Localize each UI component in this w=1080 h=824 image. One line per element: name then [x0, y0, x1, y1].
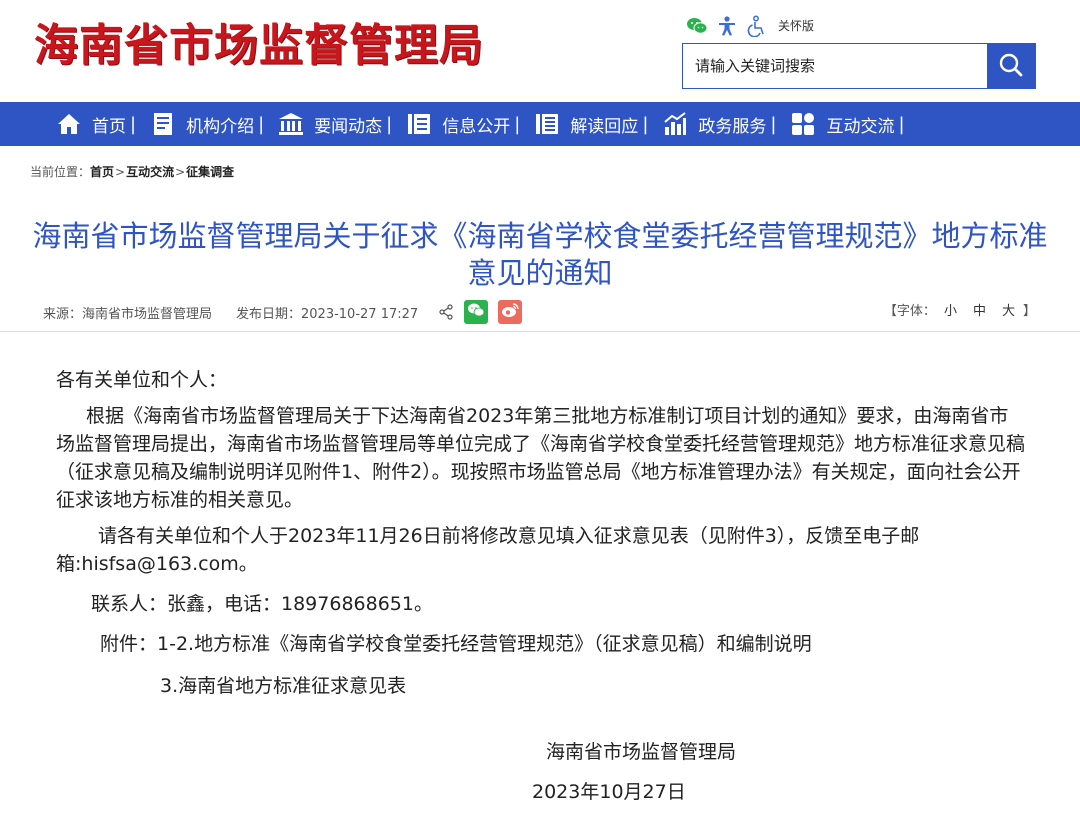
font-size-large[interactable]: 大 — [1002, 304, 1015, 319]
home-icon — [56, 111, 82, 137]
font-size-label-close: 】 — [1022, 304, 1036, 319]
search-box — [682, 43, 1036, 89]
grid-icon — [790, 111, 816, 137]
utility-bar: 关怀版 — [686, 14, 814, 38]
paragraph-1: 根据《海南省市场监督管理局关于下达海南省2023年第三批地方标准制订项目计划的通… — [56, 405, 1026, 511]
search-input[interactable] — [683, 44, 987, 88]
signature-date: 2023年10月27日 — [532, 781, 686, 803]
nav-item-label: 信息公开 — [442, 116, 511, 137]
breadcrumb-prefix: 当前位置： — [30, 165, 91, 179]
contact-info: 联系人：张鑫，电话：18976868651。 — [91, 593, 433, 615]
article-date: 发布日期：2023-10-27 17:27 — [236, 306, 419, 322]
nav-item-services[interactable]: 政务服务 | — [662, 102, 790, 146]
nav-separator: | — [770, 113, 777, 135]
font-size-label: 【字体： — [883, 304, 936, 319]
font-size-small[interactable]: 小 — [944, 304, 957, 319]
site-logo[interactable]: 海南省市场监督管理局 — [34, 18, 484, 74]
nav-separator: | — [642, 113, 649, 135]
main-nav: 首页 | 机构介绍 | 要闻动态 | 信息公开 | 解读回应 | 政务服务 | … — [0, 102, 1080, 146]
nav-item-interaction[interactable]: 互动交流 | — [790, 102, 918, 146]
nav-item-label: 要闻动态 — [314, 116, 383, 137]
breadcrumb-interaction[interactable]: 互动交流 — [126, 165, 174, 179]
breadcrumb-home[interactable]: 首页 — [90, 165, 114, 179]
nav-item-info-public[interactable]: 信息公开 | — [406, 102, 534, 146]
search-button[interactable] — [987, 44, 1035, 88]
info-columns-icon — [406, 111, 432, 137]
article-source: 来源：海南省市场监督管理局 — [43, 306, 213, 322]
font-size-medium[interactable]: 中 — [973, 304, 986, 319]
site-header: 海南省市场监督管理局 关怀版 — [0, 0, 1080, 102]
nav-item-news[interactable]: 要闻动态 | — [278, 102, 406, 146]
attachment-2[interactable]: 3.海南省地方标准征求意见表 — [160, 672, 406, 700]
nav-separator: | — [258, 113, 265, 135]
book-icon — [150, 111, 176, 137]
wechat-icon[interactable] — [686, 15, 708, 37]
accessibility-icon[interactable] — [716, 15, 738, 37]
share-wechat-button[interactable] — [464, 300, 489, 324]
breadcrumb: 当前位置：首页>互动交流>征集调查 — [30, 163, 234, 180]
list-doc-icon — [534, 111, 560, 137]
chart-icon — [662, 111, 688, 137]
greeting: 各有关单位和个人： — [56, 369, 228, 391]
article-title-line2: 意见的通知 — [467, 256, 613, 290]
article-title: 海南省市场监督管理局关于征求《海南省学校食堂委托经营管理规范》地方标准 意见的通… — [20, 218, 1060, 292]
nav-separator: | — [898, 113, 905, 135]
search-icon — [998, 52, 1024, 81]
nav-item-label: 机构介绍 — [186, 116, 255, 137]
nav-separator: | — [514, 113, 521, 135]
share-weibo-button[interactable] — [498, 300, 523, 324]
nav-separator: | — [386, 113, 393, 135]
font-size-controls: 【字体： 小 中 大】 — [884, 300, 1036, 324]
share-icon[interactable] — [438, 304, 454, 320]
care-mode-link[interactable]: 关怀版 — [778, 15, 814, 37]
nav-item-interpretation[interactable]: 解读回应 | — [534, 102, 662, 146]
nav-item-label: 政务服务 — [698, 116, 767, 137]
nav-item-label: 首页 — [92, 116, 126, 137]
nav-item-home[interactable]: 首页 | — [56, 102, 150, 146]
article-meta: 来源：海南省市场监督管理局 发布日期：2023-10-27 17:27 【字体：… — [0, 296, 1080, 332]
building-icon — [278, 111, 304, 137]
nav-separator: | — [130, 113, 137, 135]
paragraph-2: 请各有关单位和个人于2023年11月26日前将修改意见填入征求意见表（见附件3）… — [56, 525, 920, 575]
breadcrumb-separator: > — [175, 165, 186, 179]
signature-org: 海南省市场监督管理局 — [546, 741, 737, 763]
breadcrumb-survey[interactable]: 征集调查 — [186, 165, 234, 179]
nav-item-label: 互动交流 — [826, 116, 895, 137]
elderly-care-icon[interactable] — [746, 15, 768, 38]
nav-item-label: 解读回应 — [570, 116, 639, 137]
nav-item-about[interactable]: 机构介绍 | — [150, 102, 278, 146]
article-title-line1: 海南省市场监督管理局关于征求《海南省学校食堂委托经营管理规范》地方标准 — [32, 219, 1048, 253]
wechat-icon — [467, 302, 485, 322]
attachment-1[interactable]: 附件：1-2.地方标准《海南省学校食堂委托经营管理规范》（征求意见稿）和编制说明 — [100, 630, 812, 658]
breadcrumb-separator: > — [115, 165, 126, 179]
weibo-icon — [501, 302, 519, 322]
